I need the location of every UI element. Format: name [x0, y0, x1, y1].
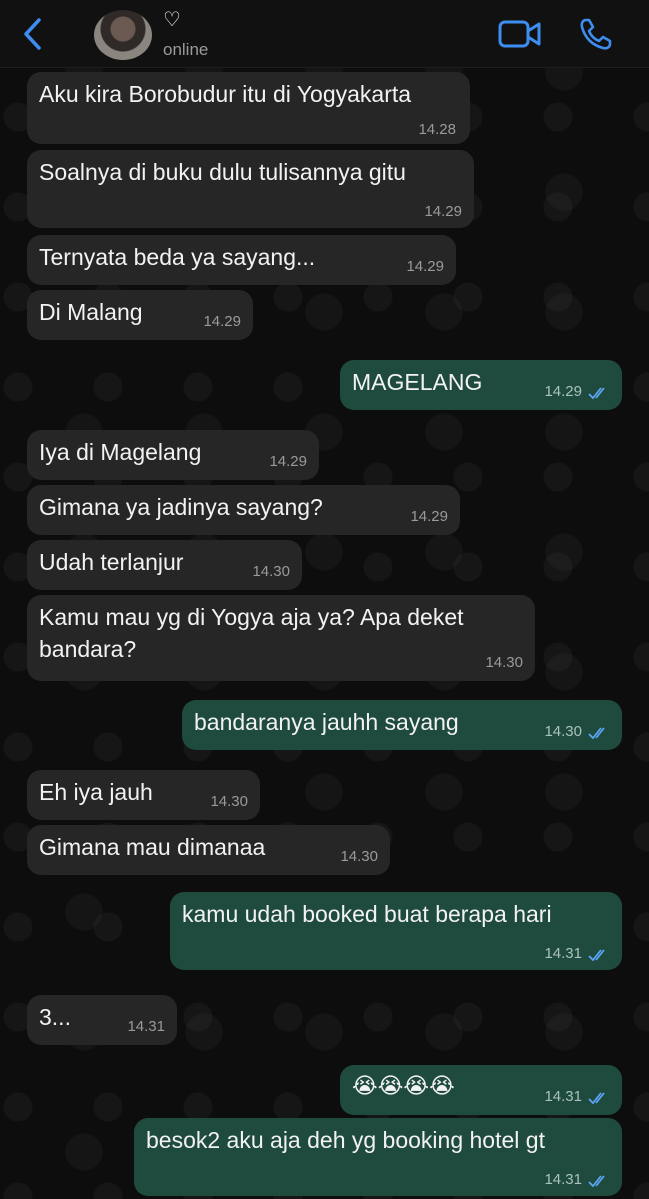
message-time: 14.29	[424, 203, 462, 220]
message-time: 14.31	[127, 1018, 165, 1035]
message-text: Aku kira Borobudur itu di Yogyakarta	[39, 81, 412, 107]
message-bubble[interactable]: 😭😭😭😭 14.31	[340, 1065, 622, 1115]
back-button[interactable]	[12, 14, 52, 54]
message-time: 14.31	[544, 945, 582, 962]
message-bubble[interactable]: besok2 aku aja deh yg booking hotel gt 1…	[134, 1118, 622, 1196]
video-call-button[interactable]	[498, 18, 542, 50]
message-bubble[interactable]: Eh iya jauh 14.30	[27, 770, 260, 820]
message-bubble[interactable]: Aku kira Borobudur itu di Yogyakarta 14.…	[27, 72, 470, 144]
message-time: 14.31	[544, 1088, 582, 1105]
message-text: Iya di Magelang	[39, 439, 202, 465]
chat-header: ♡ online	[0, 0, 649, 68]
message-text: Gimana mau dimanaa	[39, 834, 266, 860]
message-time: 14.30	[340, 848, 378, 865]
video-camera-icon	[498, 20, 541, 48]
contact-name[interactable]: ♡	[163, 10, 181, 30]
message-bubble[interactable]: Di Malang 14.29	[27, 290, 253, 340]
message-bubble[interactable]: MAGELANG 14.29	[340, 360, 622, 410]
avatar[interactable]	[94, 10, 152, 60]
message-text: Kamu mau yg di Yogya aja ya? Apa deket b…	[39, 604, 464, 662]
message-time: 14.28	[418, 121, 456, 138]
message-text: Ternyata beda ya sayang...	[39, 244, 316, 270]
message-text: kamu udah booked buat berapa hari	[182, 901, 552, 927]
read-receipt-icon	[588, 949, 605, 962]
message-bubble[interactable]: 3... 14.31	[27, 995, 177, 1045]
message-text: Gimana ya jadinya sayang?	[39, 494, 323, 520]
message-text: Soalnya di buku dulu tulisannya gitu	[39, 159, 406, 185]
message-time: 14.31	[544, 1171, 582, 1188]
message-bubble[interactable]: Soalnya di buku dulu tulisannya gitu 14.…	[27, 150, 474, 228]
message-time: 14.30	[252, 563, 290, 580]
message-bubble[interactable]: kamu udah booked buat berapa hari 14.31	[170, 892, 622, 970]
read-receipt-icon	[588, 387, 605, 400]
message-time: 14.29	[203, 313, 241, 330]
phone-icon	[580, 18, 612, 50]
read-receipt-icon	[588, 1175, 605, 1188]
read-receipt-icon	[588, 727, 605, 740]
message-time: 14.29	[410, 508, 448, 525]
message-time: 14.29	[406, 258, 444, 275]
message-time: 14.29	[269, 453, 307, 470]
read-receipt-icon	[588, 1092, 605, 1105]
message-bubble[interactable]: Iya di Magelang 14.29	[27, 430, 319, 480]
message-bubble[interactable]: Gimana ya jadinya sayang? 14.29	[27, 485, 460, 535]
message-time: 14.30	[544, 723, 582, 740]
message-text: besok2 aku aja deh yg booking hotel gt	[146, 1127, 545, 1153]
message-time: 14.29	[544, 383, 582, 400]
voice-call-button[interactable]	[578, 16, 614, 52]
message-bubble[interactable]: Gimana mau dimanaa 14.30	[27, 825, 390, 875]
message-bubble[interactable]: Kamu mau yg di Yogya aja ya? Apa deket b…	[27, 595, 535, 681]
message-bubble[interactable]: Ternyata beda ya sayang... 14.29	[27, 235, 456, 285]
message-time: 14.30	[485, 654, 523, 671]
chevron-left-icon	[24, 18, 41, 50]
message-bubble[interactable]: Udah terlanjur 14.30	[27, 540, 302, 590]
message-bubble[interactable]: bandaranya jauhh sayang 14.30	[182, 700, 622, 750]
contact-status: online	[163, 40, 209, 59]
message-time: 14.30	[210, 793, 248, 810]
